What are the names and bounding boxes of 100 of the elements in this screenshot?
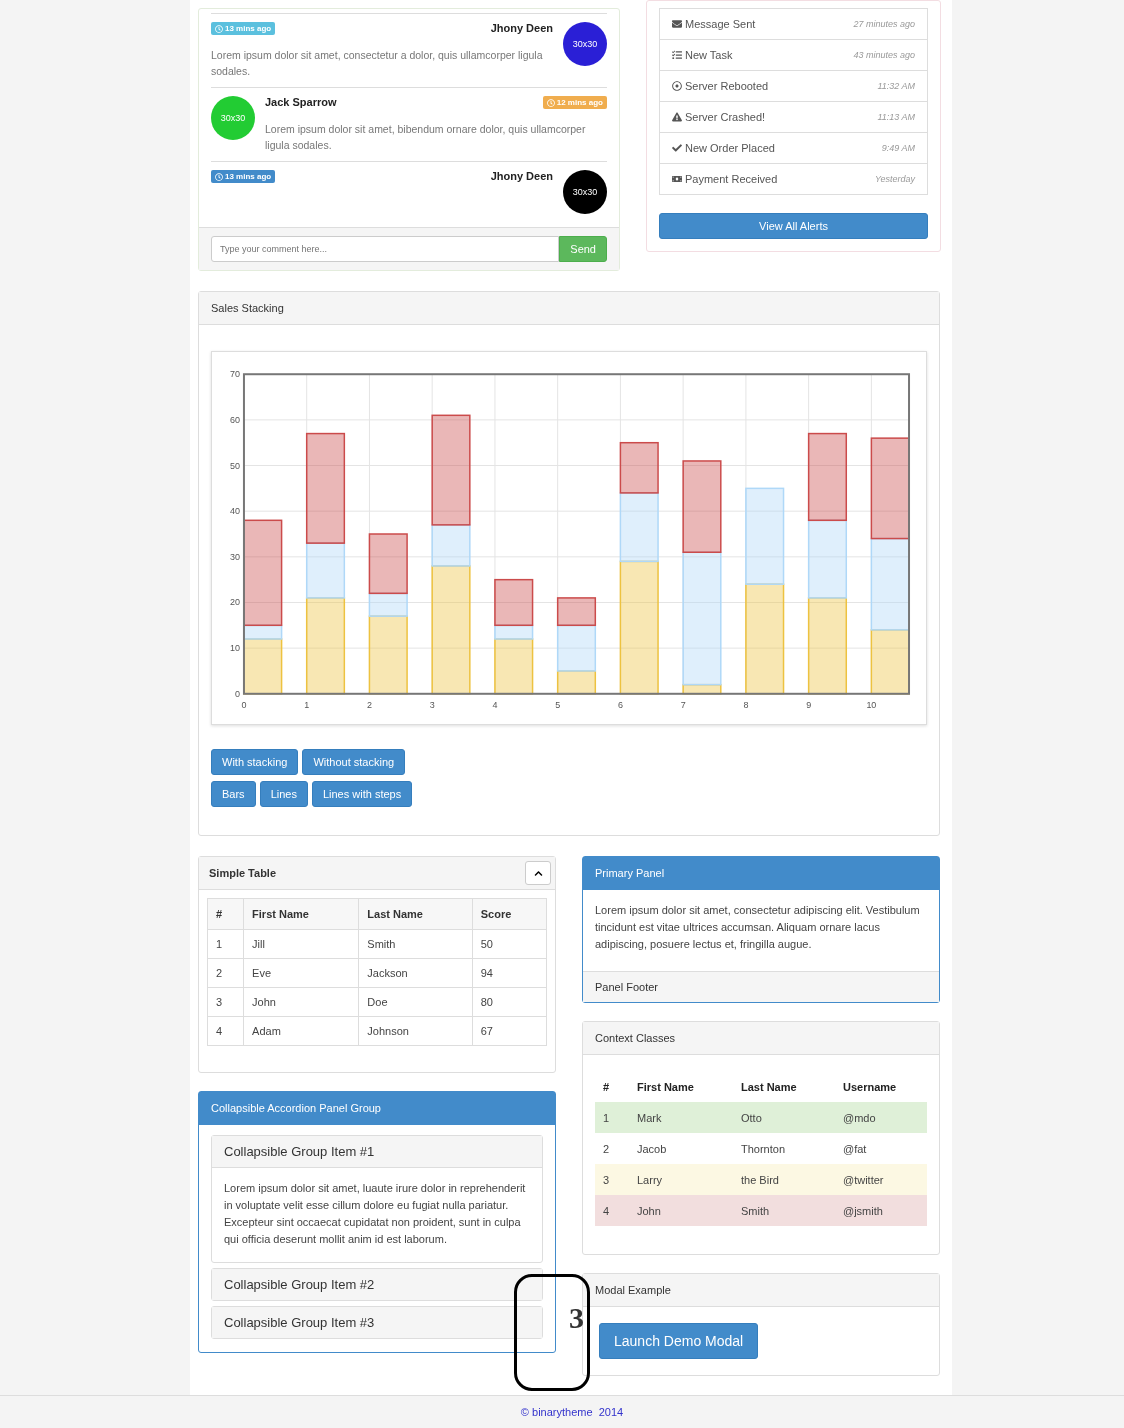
accordion-body: Lorem ipsum dolor sit amet, luaute irure dolor in reprehenderit in voluptate velit esse cillum dolore eu fugiat nulla pariatur. Excepteur sint occaecat cupidatat non proident, sunt in culpa qui officia deserunt mollit anim id est laborum. bbox=[223, 1181, 527, 1247]
alert-time: 11:13 AM bbox=[877, 112, 915, 122]
alert-time: 27 minutes ago bbox=[853, 19, 915, 29]
y-tick-label: 30 bbox=[230, 551, 240, 562]
collapse-button[interactable] bbox=[525, 861, 551, 885]
alert-label: New Task bbox=[672, 49, 733, 61]
alert-item[interactable]: Server Rebooted 11:32 AM bbox=[659, 70, 928, 102]
table-cell-text: Otto bbox=[741, 1111, 763, 1124]
chart-option-button[interactable]: Without stacking bbox=[302, 749, 406, 775]
table-cell: 80 bbox=[472, 987, 547, 1017]
table-cell-text: 3 bbox=[603, 1173, 611, 1186]
column-header: First Name bbox=[637, 1080, 695, 1093]
table-cell-text: 1 bbox=[603, 1111, 611, 1124]
avatar-circle: 30x30 bbox=[211, 96, 255, 140]
panel-heading: Modal Example bbox=[583, 1274, 939, 1307]
alert-label: Message Sent bbox=[672, 18, 756, 30]
table-cell: Johnson bbox=[358, 1016, 473, 1046]
x-tick-label: 8 bbox=[743, 699, 749, 710]
chart-option-button[interactable]: With stacking bbox=[211, 749, 299, 775]
table-cell: 67 bbox=[472, 1016, 547, 1046]
x-tick-label: 2 bbox=[366, 699, 372, 710]
message-text: Lorem ipsum dolor sit amet, bibendum ornare dolor, quis ullamcorper ligula sodales. bbox=[265, 122, 587, 153]
x-tick-label: 1 bbox=[304, 699, 310, 710]
panel-heading: Sales Stacking bbox=[199, 292, 939, 325]
table-cell-text: Mark bbox=[637, 1111, 663, 1124]
column-header: Last Name bbox=[741, 1080, 798, 1093]
alert-time: 9:49 AM bbox=[881, 143, 915, 153]
table-cell: 2 bbox=[207, 958, 244, 988]
table-cell-text: the Bird bbox=[741, 1173, 780, 1186]
column-header: # bbox=[603, 1080, 611, 1093]
warning-icon bbox=[672, 112, 682, 122]
alert-item[interactable]: New Order Placed 9:49 AM bbox=[659, 132, 928, 164]
x-tick-label: 7 bbox=[680, 699, 686, 710]
y-tick-label: 70 bbox=[230, 369, 240, 380]
alert-label: Server Crashed! bbox=[672, 111, 766, 123]
chevron-up-icon bbox=[533, 868, 543, 878]
x-tick-label: 10 bbox=[866, 699, 877, 710]
author-name: Jhony Deen bbox=[490, 170, 553, 183]
alert-label: New Order Placed bbox=[672, 142, 775, 154]
bar bbox=[619, 441, 659, 494]
x-tick-label: 0 bbox=[241, 699, 247, 710]
alert-item[interactable]: Payment Received Yesterday bbox=[659, 163, 928, 195]
view-alerts-button[interactable]: View All Alerts bbox=[659, 213, 928, 239]
table-cell-text: 2 bbox=[603, 1142, 611, 1155]
time-badge: 13 mins ago bbox=[211, 170, 276, 183]
y-tick-label: 0 bbox=[234, 688, 240, 699]
y-tick-label: 40 bbox=[230, 506, 240, 517]
column-header: Username bbox=[843, 1080, 898, 1093]
table-cell: Doe bbox=[358, 987, 473, 1017]
x-tick-label: 3 bbox=[429, 699, 435, 710]
clock-icon bbox=[215, 172, 223, 181]
table-cell-text: @fat bbox=[843, 1142, 868, 1155]
table-cell: Jill bbox=[243, 929, 359, 959]
accordion-header[interactable]: Collapsible Group Item #3 bbox=[212, 1307, 542, 1338]
list-icon bbox=[672, 50, 682, 60]
table-cell-text: @twitter bbox=[843, 1173, 885, 1186]
alert-item[interactable]: Server Crashed! 11:13 AM bbox=[659, 101, 928, 133]
alert-item[interactable]: Message Sent 27 minutes ago bbox=[659, 8, 928, 40]
accordion-header[interactable]: Collapsible Group Item #1 bbox=[212, 1136, 542, 1168]
table-cell: John bbox=[243, 987, 359, 1017]
table-cell-text: Larry bbox=[637, 1173, 664, 1186]
table-cell: 4 bbox=[207, 1016, 244, 1046]
x-tick-label: 9 bbox=[806, 699, 812, 710]
table-cell: Smith bbox=[358, 929, 473, 959]
alert-label: Payment Received bbox=[672, 173, 778, 185]
panel-heading: Primary Panel bbox=[583, 857, 939, 890]
x-tick-label: 4 bbox=[492, 699, 498, 710]
launch-modal-button[interactable]: Launch Demo Modal bbox=[599, 1323, 759, 1359]
accordion-header[interactable]: Collapsible Group Item #2 bbox=[212, 1269, 542, 1300]
alert-time: 11:32 AM bbox=[877, 81, 915, 91]
comment-input[interactable]: Type your comment here... bbox=[211, 236, 560, 262]
panel-footer: Panel Footer bbox=[583, 971, 939, 1002]
table-cell-text: 4 bbox=[603, 1204, 611, 1217]
avatar-circle: 30x30 bbox=[563, 170, 607, 214]
chart-option-button[interactable]: Lines bbox=[259, 781, 308, 807]
table-cell-text: Thornton bbox=[741, 1142, 787, 1155]
x-tick-label: 5 bbox=[555, 699, 561, 710]
table-cell: Jackson bbox=[358, 958, 473, 988]
table-cell: 1 bbox=[207, 929, 244, 959]
chart-option-button[interactable]: Bars bbox=[211, 781, 256, 807]
x-tick-label: 6 bbox=[617, 699, 623, 710]
author-name: Jhony Deen bbox=[490, 22, 553, 35]
time-badge: 13 mins ago bbox=[211, 22, 276, 35]
panel-title: Simple Table bbox=[209, 867, 277, 879]
table-cell: Adam bbox=[243, 1016, 359, 1046]
y-tick-label: 60 bbox=[230, 414, 240, 425]
panel-heading: Context Classes bbox=[583, 1022, 939, 1055]
footer-credit: © binarytheme 2014 bbox=[520, 1406, 624, 1418]
time-badge: 12 mins ago bbox=[542, 96, 607, 109]
checkmark-icon bbox=[672, 143, 682, 153]
alert-time: 43 minutes ago bbox=[853, 50, 915, 60]
y-tick-label: 20 bbox=[230, 597, 240, 608]
envelope-icon bbox=[672, 19, 682, 29]
table-cell-text: John bbox=[637, 1204, 662, 1217]
callout-bubble: 3 bbox=[514, 1274, 590, 1391]
table-cell: 3 bbox=[207, 987, 244, 1017]
table-cell: Eve bbox=[243, 958, 359, 988]
chart-option-button[interactable]: Lines with steps bbox=[311, 781, 413, 807]
y-tick-label: 50 bbox=[230, 460, 240, 471]
alert-item[interactable]: New Task 43 minutes ago bbox=[659, 39, 928, 71]
